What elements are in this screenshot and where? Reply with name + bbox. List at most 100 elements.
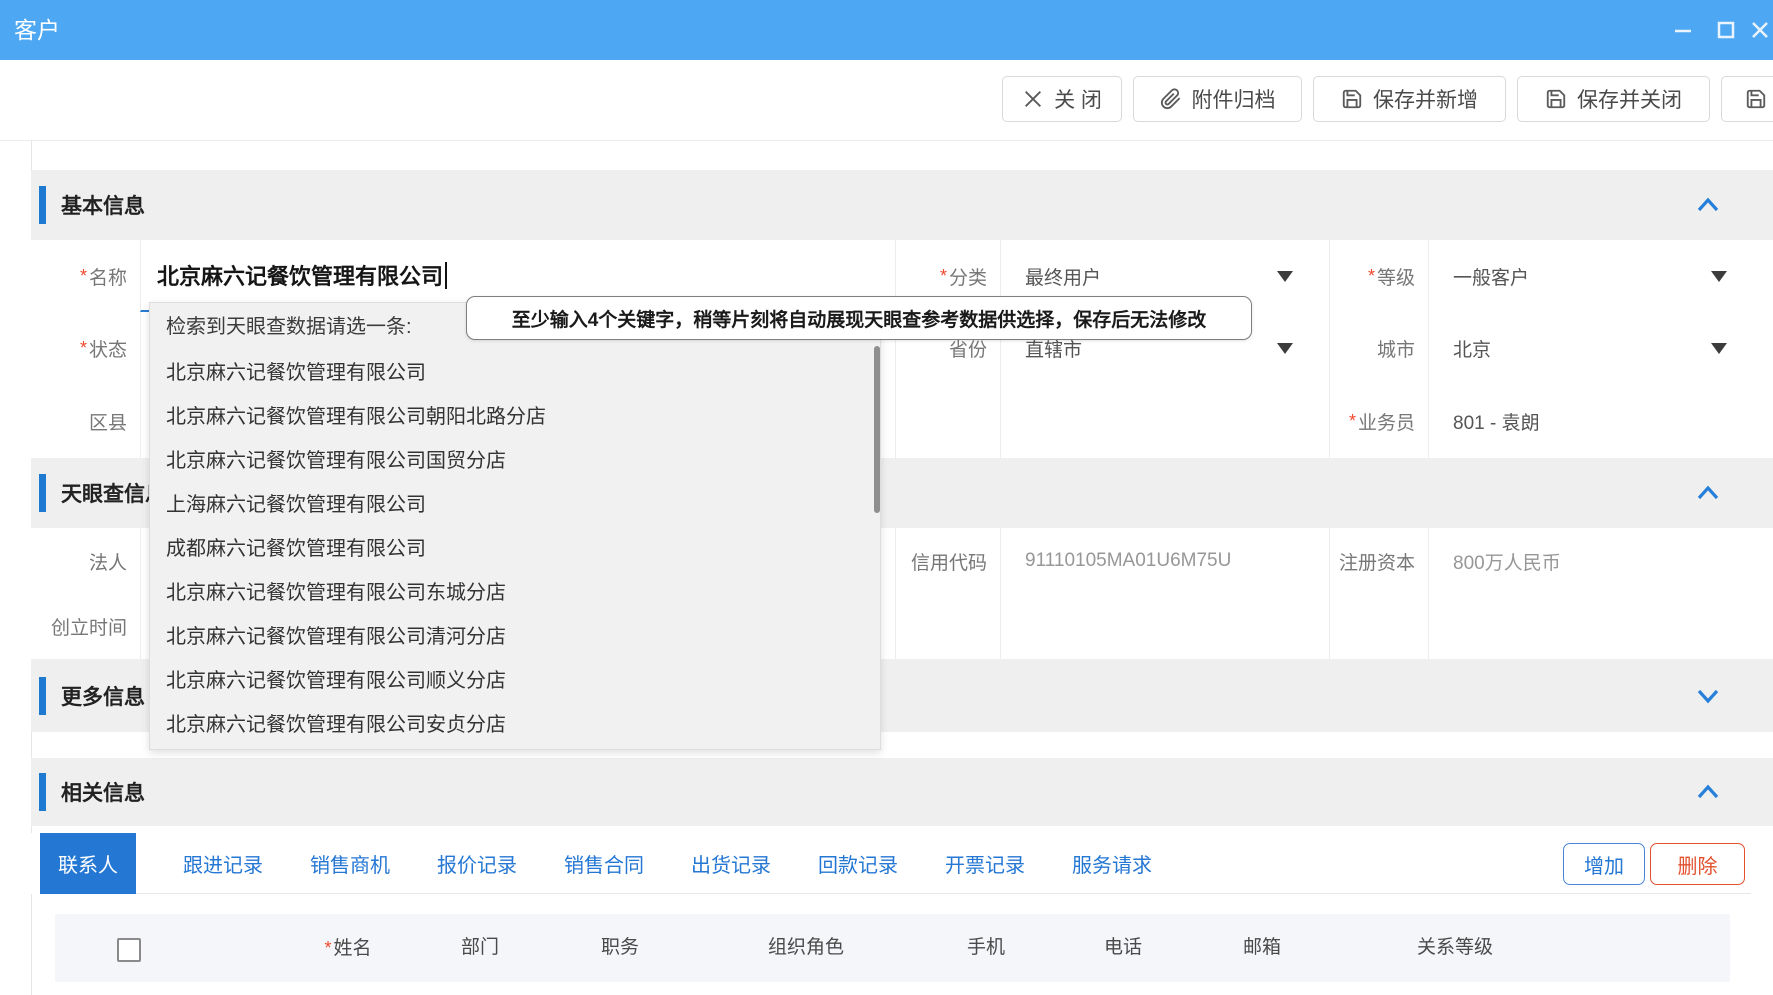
suggest-item[interactable]: 北京麻六记餐饮管理有限公司清河分店 [150,615,880,659]
add-button[interactable]: 增加 [1563,843,1645,885]
toolbar: 关 闭 附件归档 保存并新增 保存并关闭 保存 [0,60,1773,140]
suggest-item[interactable]: 北京麻六记餐饮管理有限公司国贸分店 [150,439,880,483]
section-basic-info: 基本信息 [31,170,1773,240]
tab-shipment-records[interactable]: 出货记录 [691,833,771,894]
tab-contacts[interactable]: 联系人 [40,833,136,894]
level-select[interactable]: 一般客户 [1428,240,1773,312]
credit-code-label: 信用代码 [895,528,1000,594]
related-tabs: 联系人 跟进记录 销售商机 报价记录 销售合同 出货记录 回款记录 开票记录 服… [40,833,1152,894]
empty-cell [895,594,1000,659]
section-basic-title: 基本信息 [61,190,145,220]
registered-capital-value: 800万人民币 [1428,528,1773,594]
customer-edit-window: { "window": { "title": "客户" }, "toolbar"… [0,0,1773,995]
level-label: 等级 [1329,240,1428,312]
paperclip-icon [1160,88,1182,110]
delete-button[interactable]: 删除 [1650,843,1745,885]
level-value: 一般客户 [1453,263,1529,290]
empty-cell [895,384,1000,458]
input-hint-tooltip: 至少输入4个关键字，稍等片刻将自动展现天眼查参考数据供选择，保存后无法修改 [466,296,1252,340]
registered-capital-label: 注册资本 [1329,528,1428,594]
name-label: 名称 [31,240,140,312]
close-icon [1748,18,1772,42]
section-accent-bar [39,186,46,224]
dropdown-arrow-icon [1277,271,1293,282]
suggest-item[interactable]: 北京麻六记餐饮管理有限公司东城分店 [150,571,880,615]
city-select[interactable]: 北京 [1428,312,1773,384]
collapse-tianyancha-button[interactable] [1695,484,1721,502]
salesman-value: 801 - 袁朗 [1453,408,1540,435]
column-position: 职务 [601,914,639,982]
section-more-title: 更多信息 [61,681,145,711]
chevron-up-icon [1695,484,1721,502]
section-related-title: 相关信息 [61,777,145,807]
close-button[interactable]: 关 闭 [1002,76,1122,122]
suggest-item[interactable]: 上海麻六记餐饮管理有限公司 [150,483,880,527]
text-caret [445,262,447,289]
status-label: 状态 [31,312,140,384]
attach-archive-label: 附件归档 [1192,84,1276,114]
tab-followup-records[interactable]: 跟进记录 [183,833,263,894]
section-accent-bar [39,773,46,811]
select-all-checkbox[interactable] [117,938,141,962]
window-close-button[interactable] [1744,14,1773,46]
collapse-basic-button[interactable] [1695,196,1721,214]
section-accent-bar [39,677,46,715]
empty-cell [1000,384,1329,458]
tab-invoice-records[interactable]: 开票记录 [945,833,1025,894]
empty-cell [1428,594,1773,659]
customer-name-value: 北京麻六记餐饮管理有限公司 [157,259,443,291]
suggest-item[interactable]: 北京麻六记餐饮管理有限公司安贞分店 [150,703,880,747]
related-tabs-bar: 联系人 跟进记录 销售商机 报价记录 销售合同 出货记录 回款记录 开票记录 服… [31,833,1773,894]
save-icon [1745,88,1767,110]
legal-person-label: 法人 [31,528,140,594]
city-value: 北京 [1453,335,1491,362]
suggest-item[interactable]: 北京麻六记餐饮管理有限公司朝阳北路分店 [150,395,880,439]
minimize-icon [1671,18,1695,42]
tab-service-requests[interactable]: 服务请求 [1072,833,1152,894]
window-titlebar: 客户 [0,0,1773,60]
suggest-item[interactable]: 成都麻六记餐饮管理有限公司 [150,527,880,571]
window-title: 客户 [14,0,60,60]
tab-payment-records[interactable]: 回款记录 [818,833,898,894]
collapse-related-button[interactable] [1695,783,1721,801]
chevron-up-icon [1695,196,1721,214]
founded-time-label: 创立时间 [31,594,140,659]
empty-cell [1329,594,1428,659]
column-email: 邮箱 [1243,914,1281,982]
column-name: 姓名 [324,914,371,982]
column-mobile: 手机 [967,914,1005,982]
save-and-new-label: 保存并新增 [1373,84,1478,114]
toolbar-divider [0,140,1773,141]
suggest-item[interactable]: 北京麻六记餐饮管理有限公司顺义分店 [150,659,880,703]
salesman-label: 业务员 [1329,384,1428,458]
dropdown-arrow-icon [1711,343,1727,354]
dropdown-arrow-icon [1711,271,1727,282]
tianyancha-suggest-dropdown: 检索到天眼查数据请选一条: 北京麻六记餐饮管理有限公司 北京麻六记餐饮管理有限公… [149,302,881,750]
save-and-close-label: 保存并关闭 [1577,84,1682,114]
save-button[interactable]: 保存 [1721,76,1773,122]
tab-sales-contracts[interactable]: 销售合同 [564,833,644,894]
tab-quotation-records[interactable]: 报价记录 [437,833,517,894]
empty-cell [1000,594,1329,659]
chevron-up-icon [1695,783,1721,801]
column-phone: 电话 [1104,914,1142,982]
suggest-item[interactable]: 北京麻六记餐饮管理有限公司 [150,351,880,395]
save-and-close-button[interactable]: 保存并关闭 [1517,76,1710,122]
column-relation-level: 关系等级 [1417,914,1493,982]
save-and-new-button[interactable]: 保存并新增 [1313,76,1506,122]
dropdown-scrollbar-thumb[interactable] [874,346,880,513]
column-org-role: 组织角色 [768,914,844,982]
column-department: 部门 [461,914,499,982]
tab-sales-opportunities[interactable]: 销售商机 [310,833,390,894]
save-icon [1545,88,1567,110]
attach-archive-button[interactable]: 附件归档 [1133,76,1302,122]
expand-more-button[interactable] [1695,687,1721,705]
salesman-picker[interactable]: 801 - 袁朗 [1428,384,1773,458]
contacts-table-header: 姓名 部门 职务 组织角色 手机 电话 邮箱 关系等级 [55,914,1730,982]
window-minimize-button[interactable] [1667,14,1699,46]
dropdown-arrow-icon [1277,343,1293,354]
city-label: 城市 [1329,312,1428,384]
window-maximize-button[interactable] [1710,14,1742,46]
chevron-down-icon [1695,687,1721,705]
section-related-info: 相关信息 [31,758,1773,826]
